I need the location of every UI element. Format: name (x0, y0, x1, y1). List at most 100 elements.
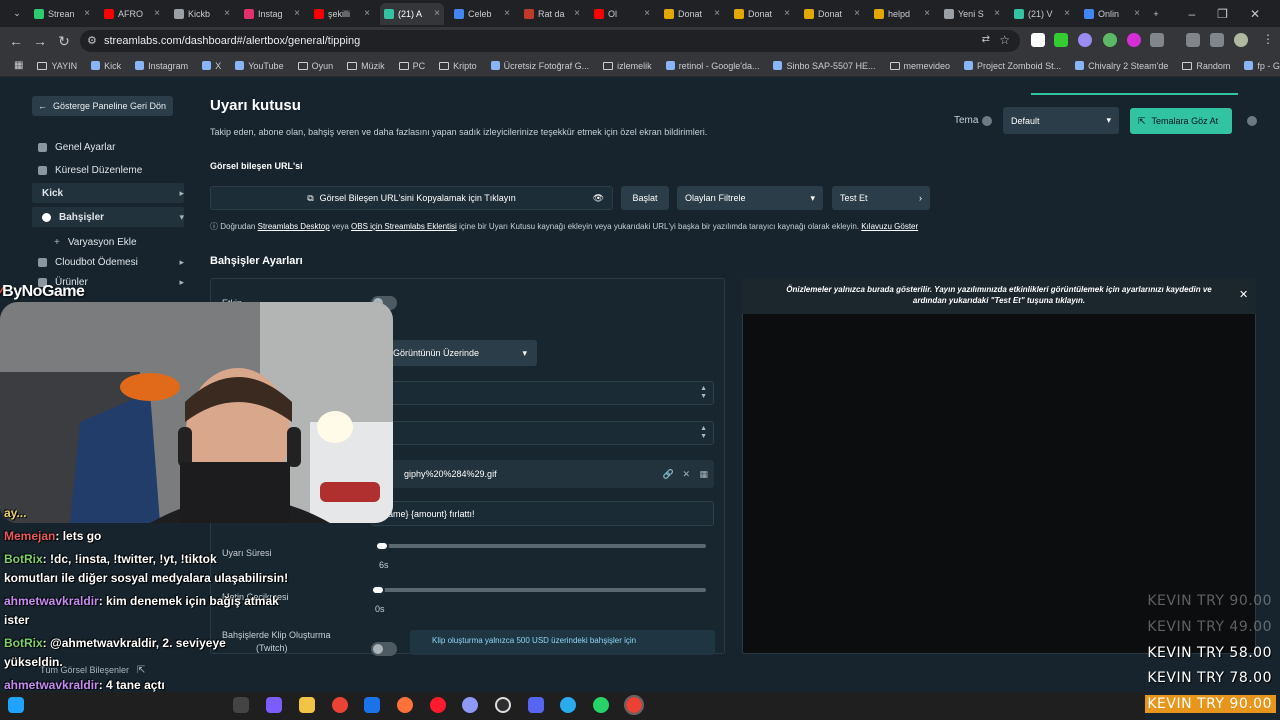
extension-icon[interactable] (1127, 33, 1141, 47)
browser-tab[interactable]: helpd × (870, 3, 934, 25)
close-tab-icon[interactable]: × (924, 8, 930, 19)
browser-tab[interactable]: (21) V × (1010, 3, 1074, 25)
sidebar-item-general[interactable]: Genel Ayarlar (38, 137, 184, 157)
close-tab-icon[interactable]: × (1064, 8, 1070, 19)
back-to-dashboard-button[interactable]: ← Gösterge Paneline Geri Dön (32, 96, 173, 116)
clip-toggle[interactable] (371, 642, 397, 656)
streamlabs-desktop-link[interactable]: Streamlabs Desktop (258, 222, 330, 231)
forward-icon[interactable]: → (28, 33, 52, 49)
sidebar-item-global-edit[interactable]: Küresel Düzenleme (38, 160, 184, 180)
bookmark-item[interactable]: Kick (91, 61, 121, 71)
browser-tab[interactable]: Strean × (30, 3, 94, 25)
browser-tab[interactable]: Donat × (660, 3, 724, 25)
show-guide-link[interactable]: Kılavuzu Göster (861, 222, 918, 231)
widget-url-copy-field[interactable]: ⧉ Görsel Bileşen URL'sini Kopyalamak içi… (210, 186, 613, 210)
bookmark-folder[interactable]: memevideo (889, 61, 950, 71)
restore-button[interactable]: ❐ (1217, 7, 1228, 21)
bookmark-folder[interactable]: Oyun (297, 61, 333, 71)
sidebar-item-tips[interactable]: Bahşişler ▾ (32, 207, 184, 227)
browser-tab[interactable]: Rat da × (520, 3, 584, 25)
extension-icon[interactable] (1103, 33, 1117, 47)
launch-button[interactable]: Başlat (621, 186, 669, 210)
bookmark-item[interactable]: Instagram (135, 61, 188, 71)
browser-tab[interactable]: Onlin × (1080, 3, 1144, 25)
chrome-icon[interactable] (332, 697, 348, 713)
browser-tab[interactable]: şekilli × (310, 3, 374, 25)
bookmark-folder[interactable]: Müzik (347, 61, 385, 71)
bookmark-item[interactable]: Project Zomboid St... (964, 61, 1061, 71)
new-tab-button[interactable]: + (1146, 3, 1166, 25)
browser-tab[interactable]: Kickb × (170, 3, 234, 25)
browse-themes-button[interactable]: ⇱ Temalara Göz At (1130, 108, 1232, 134)
obs-plugin-link[interactable]: OBS için Streamlabs Eklentisi (351, 222, 457, 231)
reload-icon[interactable]: ↻ (52, 33, 76, 50)
browser-tab[interactable]: Ol × (590, 3, 654, 25)
extension-icon[interactable] (1031, 33, 1045, 47)
close-tab-icon[interactable]: × (84, 8, 90, 19)
app-icon[interactable] (462, 697, 478, 713)
image-file-field[interactable]: giphy%20%284%29.gif 🔗 ✕ ▦ (371, 460, 714, 488)
browser-tab[interactable]: Instag × (240, 3, 304, 25)
start-icon[interactable] (8, 697, 24, 713)
translate-icon[interactable]: ⇄ (982, 34, 990, 45)
close-tab-icon[interactable]: × (364, 8, 370, 19)
close-icon[interactable]: ✕ (1239, 288, 1248, 301)
close-tab-icon[interactable]: × (994, 8, 1000, 19)
chrome-active-icon[interactable] (624, 695, 644, 715)
close-icon[interactable]: ✕ (682, 469, 690, 480)
sidebar-item-cloudbot[interactable]: Cloudbot Ödemesi ▸ (38, 252, 184, 272)
bookmark-folder[interactable]: Kripto (439, 61, 477, 71)
bookmark-item[interactable]: retinol - Google'da... (665, 61, 759, 71)
extension-icon[interactable] (1078, 33, 1092, 47)
eye-icon[interactable]: 👁 (593, 193, 604, 204)
delay-slider-handle[interactable] (371, 585, 385, 595)
minimize-button[interactable]: – (1188, 7, 1195, 21)
filter-events-select[interactable]: Olayları Filtrele ▾ (677, 186, 823, 210)
help-icon[interactable] (1247, 116, 1257, 126)
add-variation-button[interactable]: + Varyasyon Ekle (54, 232, 200, 252)
browser-tab[interactable]: Celeb × (450, 3, 514, 25)
site-info-icon[interactable]: ⚙ (87, 34, 97, 47)
number-stepper[interactable]: ▲ ▼ (371, 421, 714, 445)
extensions-puzzle-icon[interactable] (1150, 33, 1164, 47)
browser-tab[interactable]: Yeni S × (940, 3, 1004, 25)
download-icon[interactable] (1186, 33, 1200, 47)
taskview-icon[interactable] (233, 697, 249, 713)
close-tab-icon[interactable]: × (1134, 8, 1140, 19)
bookmark-item[interactable]: Ücretsiz Fotoğraf G... (490, 61, 589, 71)
media-icon[interactable] (1210, 33, 1224, 47)
close-tab-icon[interactable]: × (434, 8, 440, 19)
close-tab-icon[interactable]: × (784, 8, 790, 19)
bookmark-item[interactable]: Chivalry 2 Steam'de (1075, 61, 1168, 71)
bookmark-item[interactable]: YouTube (235, 61, 284, 71)
bookmark-star-icon[interactable]: ☆ (999, 33, 1010, 47)
bookmark-folder[interactable]: izlemelik (603, 61, 652, 71)
close-tab-icon[interactable]: × (504, 8, 510, 19)
bookmark-folder[interactable]: YAYIN (37, 61, 77, 71)
telegram-icon[interactable] (560, 697, 576, 713)
more-menu-icon[interactable]: ⋮ (1262, 32, 1274, 46)
close-window-button[interactable]: ✕ (1250, 7, 1260, 21)
bookmark-item[interactable]: X (202, 61, 221, 71)
browser-tab[interactable]: AFRO × (100, 3, 164, 25)
test-alert-button[interactable]: Test Et › (832, 186, 930, 210)
profile-avatar[interactable] (1234, 33, 1248, 47)
copilot-icon[interactable] (266, 697, 282, 713)
firefox-icon[interactable] (397, 697, 413, 713)
delay-slider-track[interactable] (375, 588, 706, 592)
grid-icon[interactable]: ▦ (699, 469, 708, 480)
close-tab-icon[interactable]: × (574, 8, 580, 19)
back-icon[interactable]: ← (4, 33, 28, 49)
duration-slider-handle[interactable] (375, 541, 389, 551)
url-input[interactable]: ⚙ streamlabs.com/dashboard#/alertbox/gen… (80, 30, 1020, 52)
bookmark-item[interactable]: Sinbo SAP-5507 HE... (773, 61, 876, 71)
obs-icon[interactable] (495, 697, 511, 713)
tab-menu-button[interactable]: ⌄ (6, 3, 28, 25)
link-icon[interactable]: 🔗 (663, 469, 674, 480)
close-tab-icon[interactable]: × (224, 8, 230, 19)
mail-icon[interactable] (364, 697, 380, 713)
stepper-arrows-icon[interactable]: ▲ ▼ (700, 425, 707, 441)
browser-tab[interactable]: Donat × (800, 3, 864, 25)
browser-tab[interactable]: Donat × (730, 3, 794, 25)
sidebar-item-kick[interactable]: Kick ▸ (32, 183, 184, 203)
